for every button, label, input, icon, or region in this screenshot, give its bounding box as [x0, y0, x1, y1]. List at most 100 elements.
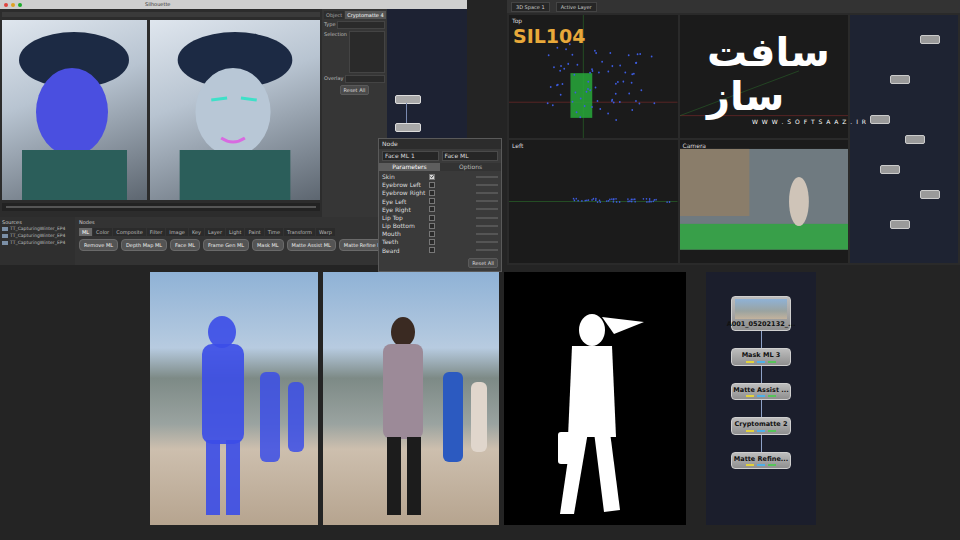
node-button[interactable]: Remove ML	[79, 239, 118, 251]
source-thumb-icon	[2, 227, 8, 231]
node-tab[interactable]: ML	[79, 228, 92, 236]
graph-node[interactable]	[890, 75, 910, 84]
keyframe-track	[476, 241, 498, 243]
graph-node[interactable]	[920, 35, 940, 44]
viewport[interactable]: TopSIL104	[509, 15, 678, 138]
effect-node[interactable]: Matte Assist ...	[731, 383, 791, 400]
feature-row: Teeth	[382, 238, 498, 245]
node-tab[interactable]: Filter	[147, 228, 165, 236]
node-tab[interactable]: Transform	[284, 228, 315, 236]
checkbox[interactable]	[429, 190, 435, 196]
panel-field: Selection	[324, 31, 385, 73]
checkbox[interactable]	[429, 247, 435, 253]
node-tab[interactable]: Layer	[205, 228, 225, 236]
keyframe-track	[476, 200, 498, 202]
node-tab[interactable]: Color	[93, 228, 112, 236]
left-view-drawing	[509, 140, 678, 263]
effect-node[interactable]: Cryptomatte 2	[731, 417, 791, 434]
source-thumb-icon	[2, 241, 8, 245]
node-tab[interactable]: Paint	[245, 228, 263, 236]
field-box[interactable]	[345, 75, 385, 83]
toolbar-dropdown[interactable]: 3D Space 1	[511, 2, 550, 12]
people-drawing	[323, 272, 499, 525]
feature-row: Eyebrow Right	[382, 189, 498, 196]
object-tabs: ObjectCryptomatte 4	[324, 11, 385, 19]
field-box[interactable]	[349, 31, 385, 73]
keyframe-track	[476, 249, 498, 251]
source-item[interactable]: TT_CapturingWinter_EP4	[2, 226, 73, 232]
source-item[interactable]: TT_CapturingWinter_EP4	[2, 233, 73, 239]
viewport-label: Left	[509, 140, 678, 151]
panel-tab[interactable]: Object	[324, 11, 344, 19]
checkbox[interactable]	[429, 223, 435, 229]
node-tab[interactable]: Composite	[113, 228, 146, 236]
checkbox[interactable]	[429, 182, 435, 188]
check-icon	[430, 174, 434, 179]
feature-row: Lip Bottom	[382, 222, 498, 229]
graph-node[interactable]	[920, 190, 940, 199]
node-name-field[interactable]: Face ML 1	[382, 151, 439, 161]
checkbox[interactable]	[429, 231, 435, 237]
zoom-icon[interactable]	[18, 3, 22, 7]
dialog-tab[interactable]: Parameters	[379, 163, 440, 171]
bottom-row: A001_05202132_... Mask ML 3 Matte Assist .…	[0, 272, 960, 525]
graph-node[interactable]	[890, 220, 910, 229]
viewport-label: Camera	[680, 140, 849, 151]
collage: SilhouetteObjectCryptomatte 4TypeSelecti…	[0, 0, 960, 540]
node-button[interactable]: Face ML	[170, 239, 200, 251]
dialog-tabs: ParametersOptions	[379, 163, 501, 171]
viewer-toolbar	[2, 12, 320, 17]
checkbox[interactable]	[429, 239, 435, 245]
keyframe-track	[476, 176, 498, 178]
node-tab[interactable]: Key	[189, 228, 204, 236]
toolbar-dropdown[interactable]: Active Layer	[556, 2, 597, 12]
node-tab[interactable]: Warp	[316, 228, 335, 236]
effect-node[interactable]: Mask ML 3	[731, 348, 791, 365]
feature-list: SkinEyebrow LeftEyebrow RightEye LeftEye…	[379, 171, 501, 256]
feature-row: Eye Right	[382, 206, 498, 213]
node-tab[interactable]: Light	[226, 228, 244, 236]
dialog-fields: Face ML 1Face ML	[379, 149, 501, 163]
graph-node[interactable]	[395, 95, 421, 104]
node-dialog: NodeFace ML 1Face MLParametersOptionsSki…	[378, 138, 502, 272]
graph-node[interactable]	[905, 135, 925, 144]
checkbox[interactable]	[429, 198, 435, 204]
viewport-label: Top	[509, 15, 678, 26]
dialog-tab[interactable]: Options	[440, 163, 501, 171]
3d-toolbar: 3D Space 1 Active Layer	[507, 0, 960, 13]
source-thumb-icon	[2, 234, 8, 238]
watermark-logo: سافت ساز	[707, 30, 912, 118]
viewport[interactable]: Left	[509, 140, 678, 263]
graph-node[interactable]	[395, 123, 421, 132]
node-link	[761, 400, 762, 417]
graph-node[interactable]	[880, 165, 900, 174]
checkbox[interactable]	[429, 215, 435, 221]
keyframe-track	[476, 225, 498, 227]
effect-node[interactable]: Matte Refine...	[731, 452, 791, 469]
sources-title: Sources	[2, 219, 73, 225]
reset-button[interactable]: Reset All	[340, 85, 370, 95]
close-icon[interactable]	[4, 3, 8, 7]
node-tab[interactable]: Time	[265, 228, 283, 236]
timeline[interactable]	[2, 203, 320, 211]
node-button[interactable]: Mask ML	[252, 239, 284, 251]
feature-row: Eyebrow Left	[382, 181, 498, 188]
graph-node[interactable]	[870, 115, 890, 124]
node-button[interactable]: Matte Assist ML	[287, 239, 336, 251]
node-button[interactable]: Frame Gen ML	[203, 239, 249, 251]
field-box[interactable]	[337, 21, 385, 29]
checkbox[interactable]	[429, 174, 435, 180]
panel-tab[interactable]: Cryptomatte 4	[345, 11, 385, 19]
sources-panel: SourcesTT_CapturingWinter_EP4TT_Capturin…	[0, 217, 75, 265]
source-node[interactable]: A001_05202132_...	[731, 296, 791, 331]
person-mask-drawing	[150, 272, 318, 525]
checkbox[interactable]	[429, 206, 435, 212]
node-tab[interactable]: Image	[166, 228, 188, 236]
viewport[interactable]: Camera	[680, 140, 849, 263]
panel-field: Type	[324, 21, 385, 29]
node-button[interactable]: Depth Map ML	[121, 239, 167, 251]
reset-all-button[interactable]: Reset All	[468, 258, 498, 268]
minimize-icon[interactable]	[11, 3, 15, 7]
3d-space-window: 3D Space 1 Active Layer TopSIL104 LeftCamer…	[507, 0, 960, 265]
source-item[interactable]: TT_CapturingWinter_EP4	[2, 240, 73, 246]
